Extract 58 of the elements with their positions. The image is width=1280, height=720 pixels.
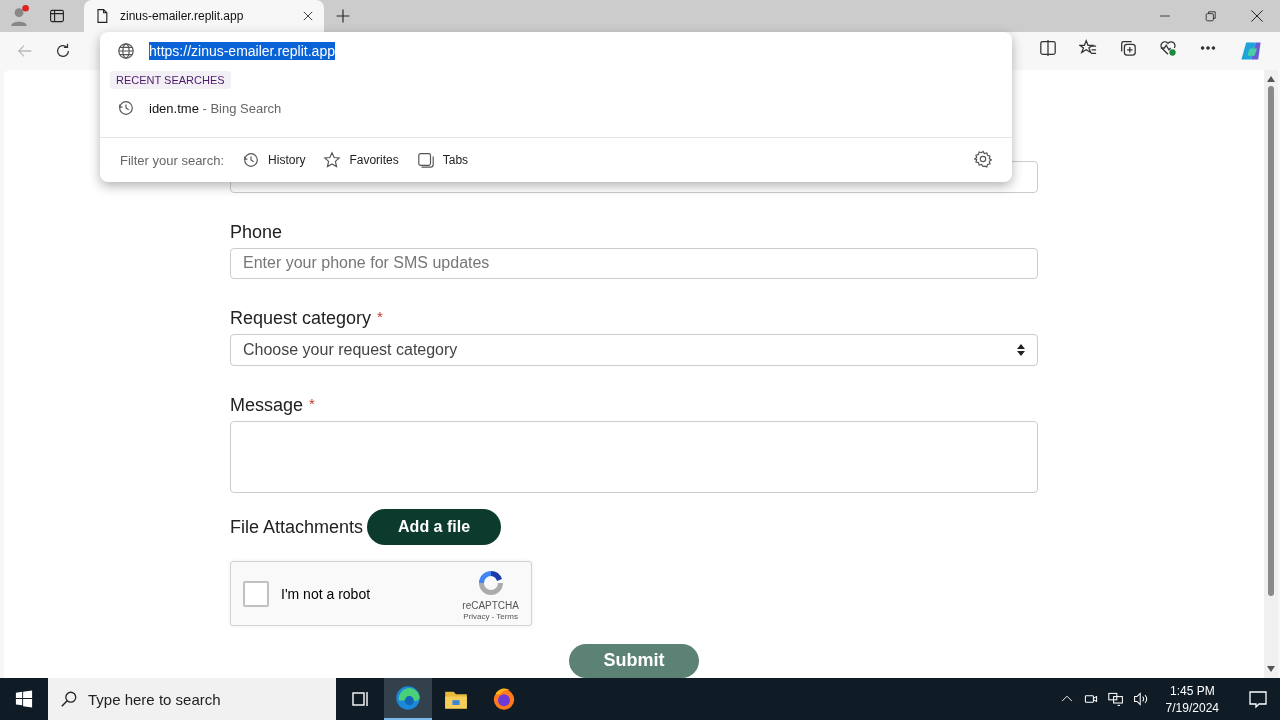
scroll-up-icon[interactable] <box>1267 76 1275 82</box>
terms-link[interactable]: Terms <box>496 611 518 621</box>
taskbar-search[interactable]: Type here to search <box>48 678 336 720</box>
required-mark: * <box>309 394 315 414</box>
address-field[interactable]: https://zinus-emailer.replit.app <box>149 42 335 60</box>
filter-button[interactable]: Favorites <box>323 151 399 169</box>
collections-icon[interactable] <box>1119 39 1137 57</box>
volume-icon[interactable] <box>1132 691 1149 707</box>
favorites-icon[interactable] <box>1079 39 1097 57</box>
search-icon[interactable] <box>60 690 78 708</box>
separator: - <box>491 611 495 621</box>
restore-icon[interactable] <box>1205 10 1217 22</box>
captcha-checkbox[interactable] <box>243 580 269 607</box>
field-label: Message <box>230 394 304 416</box>
tab-actions-icon[interactable] <box>49 8 65 24</box>
field-label: File Attachments <box>230 517 364 538</box>
split-screen-icon[interactable] <box>1039 39 1057 57</box>
browser-tab[interactable]: zinus-emailer.replit.app <box>84 0 324 32</box>
network-icon[interactable] <box>1107 691 1124 707</box>
new-tab-icon[interactable] <box>335 8 351 24</box>
captcha-brand: reCAPTCHA <box>462 599 519 611</box>
tabs-icon[interactable] <box>416 151 435 169</box>
required-mark: * <box>377 308 383 328</box>
notifications-icon[interactable] <box>1248 689 1268 709</box>
clock-date[interactable]: 7/19/2024 <box>1165 700 1219 715</box>
section-label: RECENT SEARCHES <box>110 71 231 89</box>
captcha-label: I'm not a robot <box>281 585 372 602</box>
clock-time[interactable]: 1:45 PM <box>1169 683 1215 698</box>
settings-icon[interactable] <box>974 149 992 168</box>
heart-pulse-icon[interactable] <box>1159 39 1177 57</box>
globe-icon[interactable] <box>117 42 135 60</box>
search-suggestion[interactable]: iden.tme - Bing Search <box>149 100 282 116</box>
refresh-icon[interactable] <box>54 42 72 60</box>
history-icon[interactable] <box>242 151 261 169</box>
page-icon[interactable] <box>94 8 110 24</box>
field-label: Phone <box>230 221 283 243</box>
history-icon[interactable] <box>117 99 135 117</box>
filter-button[interactable]: History <box>242 151 306 169</box>
field-label: Request category <box>230 308 372 330</box>
sort-arrows-icon <box>1017 343 1025 356</box>
message-field[interactable] <box>230 420 1038 494</box>
scrollbar[interactable] <box>1264 70 1278 678</box>
profile-icon[interactable] <box>8 5 30 27</box>
filter-button[interactable]: Tabs <box>416 151 469 169</box>
submit-button[interactable]: Submit <box>569 643 699 678</box>
close-icon[interactable] <box>1250 9 1264 23</box>
close-icon[interactable] <box>302 10 314 22</box>
privacy-link[interactable]: Privacy <box>463 611 490 621</box>
filter-label: Filter your search: <box>120 152 225 168</box>
scroll-down-icon[interactable] <box>1267 666 1275 672</box>
edge-icon[interactable] <box>395 685 421 711</box>
add-file-button[interactable]: Add a file <box>367 509 502 546</box>
category-dropdown[interactable]: Choose your request category <box>230 334 1038 366</box>
text-field[interactable]: Enter your phone for SMS updates <box>230 247 1038 280</box>
task-view-icon[interactable] <box>350 689 370 709</box>
windows-icon[interactable] <box>15 690 33 708</box>
favorites-icon[interactable] <box>323 151 342 169</box>
firefox-icon[interactable] <box>492 687 516 711</box>
